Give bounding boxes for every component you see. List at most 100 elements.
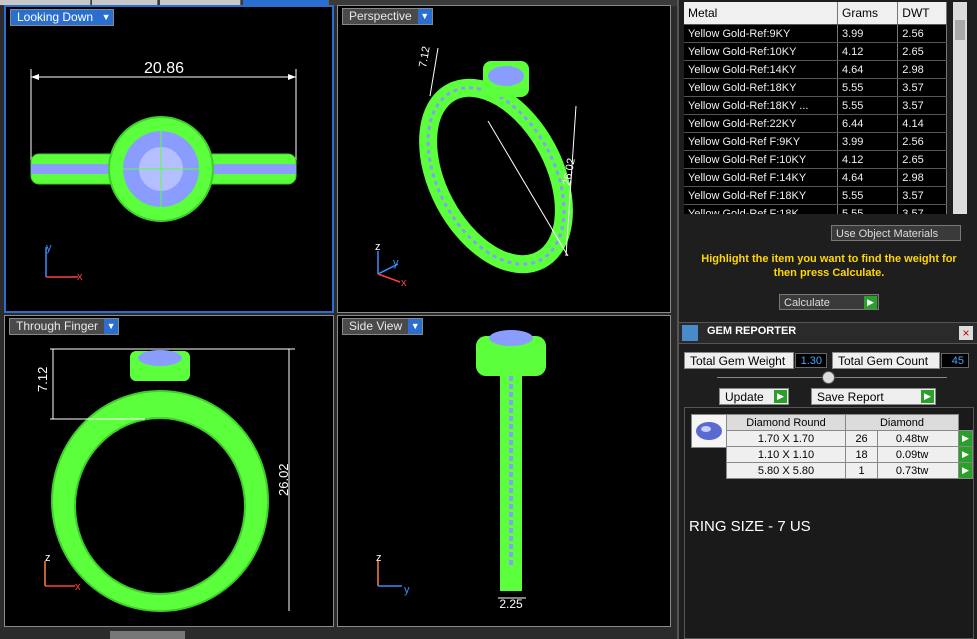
metal-row[interactable]: Yellow Gold-Ref F:18K... 5.55 3.57 [684,204,947,214]
metal-cell-metal: Yellow Gold-Ref:18KY ... [684,96,838,115]
chevron-down-icon[interactable]: ▼ [104,319,119,334]
metal-cell-dwt: 2.65 [897,42,947,61]
gem-table: Diamond Round Diamond 1.70 X 1.70 26 0.48t… [726,414,973,479]
gem-cell-size: 5.80 X 5.80 [726,462,846,479]
metal-cell-dwt: 2.56 [897,132,947,151]
metal-row[interactable]: Yellow Gold-Ref:22KY 6.44 4.14 [684,114,947,133]
viewport-label[interactable]: Looking Down ▼ [10,9,115,26]
gem-row-button[interactable]: ▶ [958,462,973,479]
metal-scrollbar[interactable] [953,2,967,214]
metal-row[interactable]: Yellow Gold-Ref F:10KY 4.12 2.65 [684,150,947,169]
play-icon: ▶ [864,296,877,309]
col-grams[interactable]: Grams [837,2,899,25]
col-dwt[interactable]: DWT [897,2,947,25]
metal-cell-metal: Yellow Gold-Ref F:14KY [684,168,838,187]
metal-row[interactable]: Yellow Gold-Ref:18KY 5.55 3.57 [684,78,947,97]
axis-y-label: y [46,242,52,254]
perspective-drawing: 7.12 26.02 z y x [375,45,578,289]
viewport-side-view[interactable]: Side View ▼ 2.25 z y [337,315,671,627]
gem-cell-count: 1 [844,462,879,479]
chevron-down-icon[interactable]: ▼ [408,319,423,334]
metal-cell-dwt: 2.98 [897,60,947,79]
metal-cell-metal: Yellow Gold-Ref F:10KY [684,150,838,169]
gem-cell-tw: 0.73tw [877,462,959,479]
metal-cell-grams: 4.12 [837,150,899,169]
viewport-through-finger[interactable]: Through Finger ▼ 7.12 26.02 z x [4,315,334,627]
close-icon[interactable]: × [959,326,973,340]
col-gem-shape: Diamond Round [726,414,846,431]
through-finger-drawing: 7.12 26.02 z x [35,348,295,612]
gem-row[interactable]: 1.70 X 1.70 26 0.48tw ▶ [726,430,973,447]
metal-cell-metal: Yellow Gold-Ref F:18K... [684,204,838,214]
total-gem-count-value: 45 [941,353,969,368]
viewport-looking-down[interactable]: Looking Down ▼ 20.86 y x [4,5,334,313]
side-view-drawing: 2.25 z y [376,330,546,611]
bottom-tab[interactable] [110,631,185,639]
metal-cell-metal: Yellow Gold-Ref:9KY [684,24,838,43]
metal-row[interactable]: Yellow Gold-Ref F:18KY 5.55 3.57 [684,186,947,205]
metal-cell-metal: Yellow Gold-Ref:18KY [684,78,838,97]
ring-size-text: RING SIZE - 7 US [689,518,811,535]
gem-cell-tw: 0.48tw [877,430,959,447]
axis-x-label: x [75,581,81,593]
metal-row[interactable]: Yellow Gold-Ref F:9KY 3.99 2.56 [684,132,947,151]
dim-head-height: 7.12 [35,367,50,392]
metal-cell-dwt: 3.57 [897,186,947,205]
looking-down-drawing: 20.86 y x [30,60,297,283]
metal-row[interactable]: Yellow Gold-Ref F:14KY 4.64 2.98 [684,168,947,187]
metal-table: Metal Grams DWT Yellow Gold-Ref:9KY 3.99 2… [684,2,947,214]
total-gem-weight-label: Total Gem Weight [684,352,794,369]
gem-row[interactable]: 1.10 X 1.10 18 0.09tw ▶ [726,446,973,463]
gem-cell-count: 26 [844,430,879,447]
axis-x-label: x [77,271,83,283]
axis-z-label: z [45,552,51,564]
gem-cell-size: 1.10 X 1.10 [726,446,846,463]
metal-cell-metal: Yellow Gold-Ref:10KY [684,42,838,61]
dim-band-width: 2.25 [499,597,523,611]
col-metal[interactable]: Metal [684,2,838,25]
metal-cell-dwt: 2.56 [897,24,947,43]
viewport-label[interactable]: Through Finger ▼ [9,318,120,335]
metal-cell-dwt: 3.57 [897,96,947,115]
metal-cell-grams: 5.55 [837,78,899,97]
metal-cell-grams: 5.55 [837,186,899,205]
metal-cell-dwt: 4.14 [897,114,947,133]
gem-row-button[interactable]: ▶ [958,430,973,447]
collapse-handle[interactable] [822,371,835,384]
gem-cell-count: 18 [844,446,879,463]
gem-row-button[interactable]: ▶ [958,446,973,463]
gem-cell-size: 1.70 X 1.70 [726,430,846,447]
viewport-label[interactable]: Side View ▼ [342,318,424,335]
right-panel: Metal Grams DWT Yellow Gold-Ref:9KY 3.99 2… [677,0,977,639]
chevron-down-icon[interactable]: ▼ [99,10,114,25]
use-object-materials-button[interactable]: Use Object Materials [831,225,961,241]
viewport-label[interactable]: Perspective ▼ [342,8,433,25]
chevron-down-icon[interactable]: ▼ [417,9,432,24]
metal-row[interactable]: Yellow Gold-Ref:9KY 3.99 2.56 [684,24,947,43]
dim-width: 20.86 [144,60,184,77]
diamond-round-icon[interactable] [691,414,727,448]
play-icon: ▶ [921,390,934,403]
viewport-perspective[interactable]: Perspective ▼ 7.12 26.02 z y x [337,5,671,313]
total-gem-count-label: Total Gem Count [832,352,940,369]
metal-cell-dwt: 2.65 [897,150,947,169]
gem-reporter-header: GEM REPORTER × [679,322,977,344]
gem-row[interactable]: 5.80 X 5.80 1 0.73tw ▶ [726,462,973,479]
metal-cell-grams: 3.99 [837,132,899,151]
scroll-thumb[interactable] [955,20,965,40]
metal-row[interactable]: Yellow Gold-Ref:10KY 4.12 2.65 [684,42,947,61]
save-report-button[interactable]: Save Report ▶ [811,388,936,405]
calculate-button[interactable]: Calculate ▶ [779,294,879,310]
metal-row[interactable]: Yellow Gold-Ref:18KY ... 5.55 3.57 [684,96,947,115]
axis-z-label: z [376,552,382,564]
axis-y-label: y [404,584,410,596]
gem-list-area: Diamond Round Diamond 1.70 X 1.70 26 0.48t… [684,407,974,639]
play-icon: ▶ [774,390,787,403]
metal-row[interactable]: Yellow Gold-Ref:14KY 4.64 2.98 [684,60,947,79]
axis-y-label: y [393,257,399,269]
metal-cell-dwt: 3.57 [897,78,947,97]
metal-cell-grams: 4.64 [837,60,899,79]
metal-cell-dwt: 3.57 [897,204,947,214]
update-button[interactable]: Update ▶ [719,388,789,405]
axis-z-label: z [375,241,381,253]
